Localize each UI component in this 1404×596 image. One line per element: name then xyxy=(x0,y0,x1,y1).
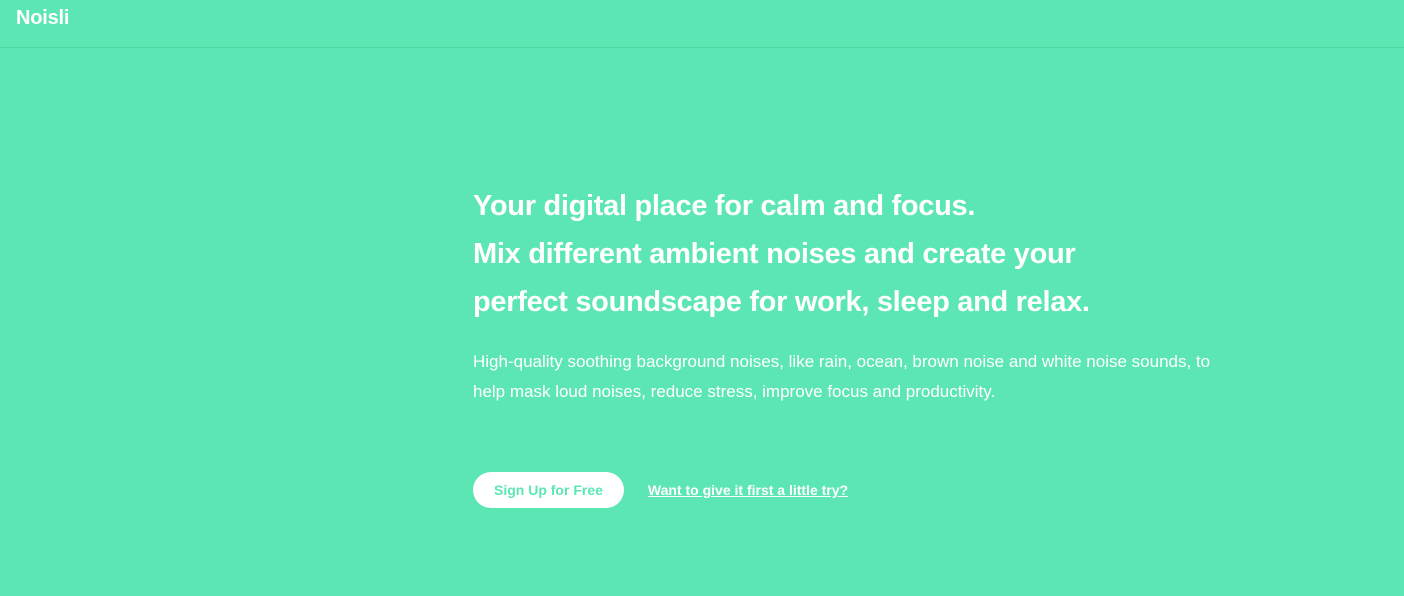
sign-up-button[interactable]: Sign Up for Free xyxy=(473,472,624,508)
headline-line: Mix different ambient noises and create … xyxy=(473,238,1076,270)
hero-section: Your digital place for calm and focus. M… xyxy=(473,182,1233,407)
headline-line: perfect soundscape for work, sleep and r… xyxy=(473,286,1090,318)
hero-subtext: High-quality soothing background noises,… xyxy=(473,352,1211,401)
cta-row: Sign Up for Free Want to give it first a… xyxy=(473,472,848,508)
hero-headline: Your digital place for calm and focus. M… xyxy=(473,182,1233,326)
top-navigation-bar: Noisli xyxy=(0,0,1404,48)
headline-line: Your digital place for calm and focus. xyxy=(473,190,976,222)
try-it-link[interactable]: Want to give it first a little try? xyxy=(648,482,848,498)
noisli-logo[interactable]: Noisli xyxy=(16,7,69,30)
